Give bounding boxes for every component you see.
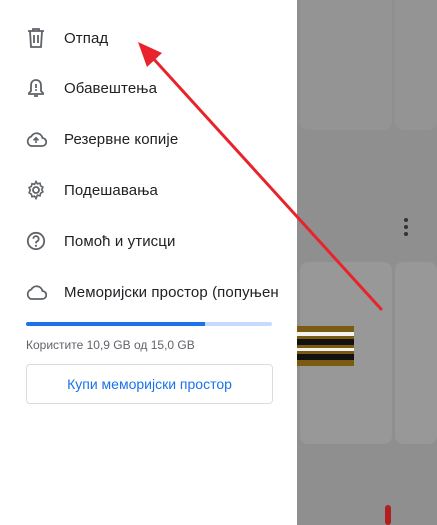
menu-item-label: Обавештења bbox=[64, 79, 158, 97]
storage-usage-bar bbox=[26, 322, 272, 326]
storage-usage-fill bbox=[26, 322, 205, 326]
menu-item-backups[interactable]: Резервне копије bbox=[0, 115, 297, 163]
background-file-card bbox=[395, 0, 437, 130]
storage-usage-text: Користите 10,9 GB од 15,0 GB bbox=[26, 338, 195, 352]
more-vert-icon bbox=[403, 218, 409, 238]
menu-item-notifications[interactable]: Обавештења bbox=[0, 64, 297, 112]
cloud-upload-icon bbox=[25, 128, 47, 150]
background-thumbnail bbox=[296, 326, 354, 366]
menu-item-trash[interactable]: Отпад bbox=[0, 14, 297, 62]
navigation-drawer: Отпад Обавештења Резервне копије Подешав… bbox=[0, 0, 297, 525]
help-icon bbox=[25, 230, 47, 252]
menu-item-label: Отпад bbox=[64, 29, 109, 47]
cloud-icon bbox=[25, 281, 47, 303]
menu-item-label: Резервне копије bbox=[64, 130, 179, 148]
buy-storage-button[interactable]: Купи меморијски простор bbox=[26, 364, 273, 404]
gear-icon bbox=[25, 179, 47, 201]
background-file-card bbox=[300, 0, 392, 130]
background-fab bbox=[385, 505, 391, 525]
trash-icon bbox=[25, 27, 47, 49]
menu-item-label: Помоћ и утисци bbox=[64, 232, 176, 250]
menu-item-label: Подешавања bbox=[64, 181, 158, 199]
background-file-card bbox=[395, 262, 437, 444]
bell-icon bbox=[25, 77, 47, 99]
menu-item-help-feedback[interactable]: Помоћ и утисци bbox=[0, 217, 297, 265]
menu-item-label: Меморијски простор (попуњен bbox=[64, 283, 279, 301]
menu-item-storage[interactable]: Меморијски простор (попуњен bbox=[0, 268, 297, 316]
menu-item-settings[interactable]: Подешавања bbox=[0, 166, 297, 214]
